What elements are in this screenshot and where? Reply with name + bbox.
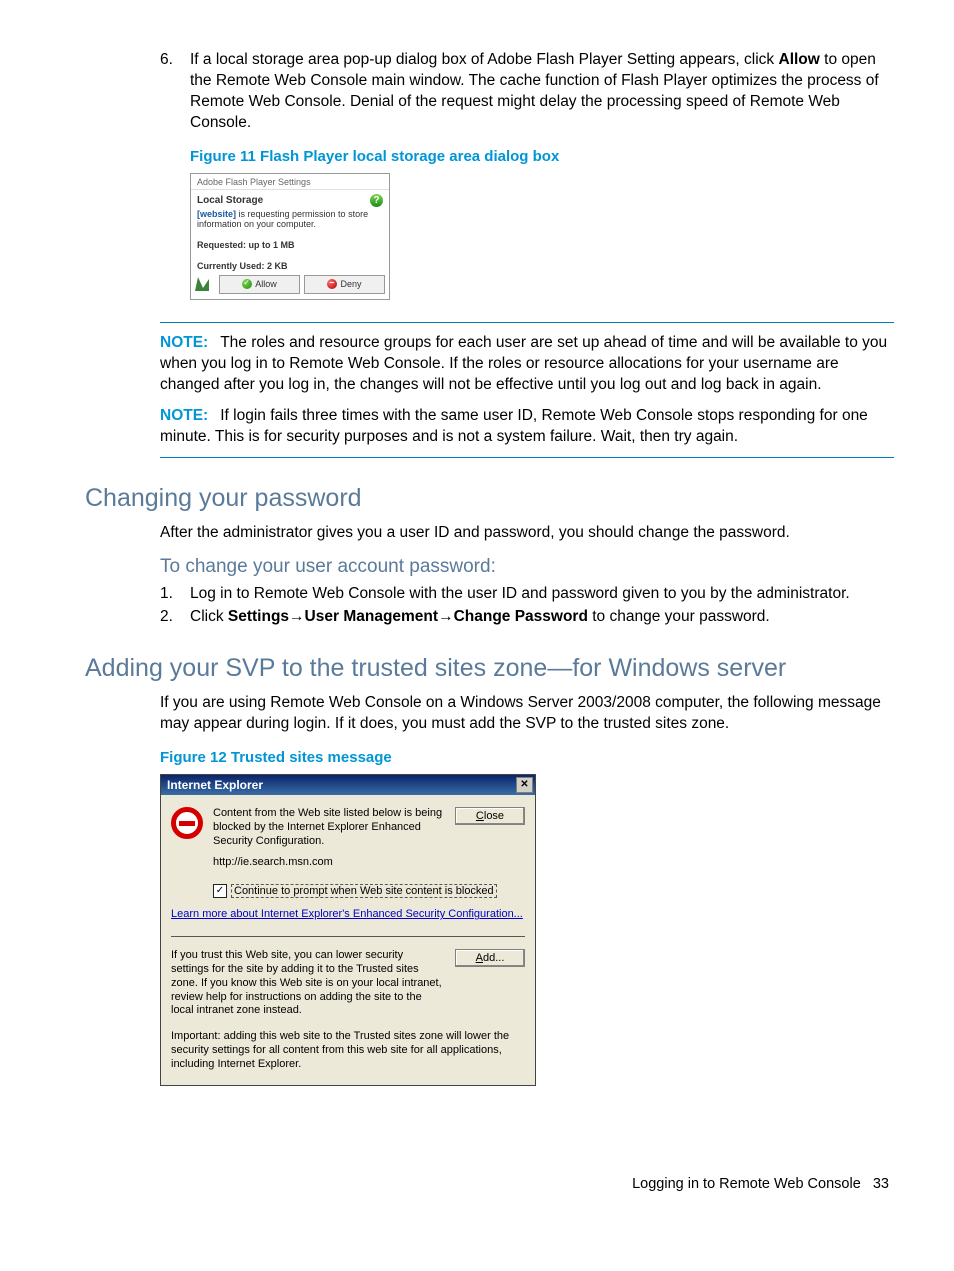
figure-12-caption: Figure 12 Trusted sites message bbox=[160, 749, 894, 766]
footer-page: 33 bbox=[873, 1176, 889, 1192]
step-number: 6. bbox=[160, 50, 190, 134]
ie-important-text: Important: adding this web site to the T… bbox=[171, 1030, 525, 1071]
ie-close-button[interactable]: Close bbox=[455, 807, 525, 825]
change-pw-intro: After the administrator gives you a user… bbox=[160, 523, 894, 544]
note-separator-top bbox=[160, 322, 894, 323]
step2-settings: Settings bbox=[228, 608, 289, 625]
flash-dialog-title: Adobe Flash Player Settings bbox=[191, 174, 389, 190]
arrow-icon: → bbox=[289, 608, 305, 625]
heading-add-svp: Adding your SVP to the trusted sites zon… bbox=[85, 654, 894, 683]
change-pw-step-1: 1. Log in to Remote Web Console with the… bbox=[160, 584, 894, 605]
ie-continue-checkbox[interactable]: ✓ bbox=[213, 884, 227, 898]
flash-deny-label: Deny bbox=[340, 279, 361, 289]
ie-add-u: A bbox=[476, 952, 483, 964]
note-2: NOTE:If login fails three times with the… bbox=[160, 406, 894, 448]
footer-text: Logging in to Remote Web Console bbox=[632, 1176, 861, 1192]
arrow-icon: → bbox=[438, 608, 454, 625]
ie-url: http://ie.search.msn.com bbox=[213, 856, 525, 868]
ie-lower-text: If you trust this Web site, you can lowe… bbox=[171, 949, 443, 1018]
flash-tab-icon[interactable] bbox=[193, 275, 211, 293]
heading-change-password: Changing your password bbox=[85, 484, 894, 513]
flash-website-label: [website] bbox=[197, 209, 236, 219]
svp-intro: If you are using Remote Web Console on a… bbox=[160, 693, 894, 735]
flash-subtitle: Local Storage bbox=[197, 195, 263, 206]
blocked-icon bbox=[171, 807, 203, 839]
minus-icon bbox=[327, 279, 337, 289]
check-icon bbox=[242, 279, 252, 289]
step-body: If a local storage area pop-up dialog bo… bbox=[190, 50, 894, 134]
note-label: NOTE: bbox=[160, 334, 208, 351]
step2-post: to change your password. bbox=[588, 608, 770, 625]
ie-add-rest: dd... bbox=[483, 952, 504, 964]
ie-title-text: Internet Explorer bbox=[167, 778, 263, 792]
divider bbox=[171, 936, 525, 937]
step-number: 2. bbox=[160, 607, 190, 628]
step-allow-word: Allow bbox=[779, 51, 820, 68]
flash-used: Currently Used: 2 KB bbox=[197, 261, 383, 272]
note-1: NOTE:The roles and resource groups for e… bbox=[160, 333, 894, 396]
flash-deny-button[interactable]: Deny bbox=[304, 275, 385, 294]
flash-permission-text: [website] is requesting permission to st… bbox=[197, 209, 383, 231]
note-separator-bottom bbox=[160, 457, 894, 458]
close-icon[interactable]: ✕ bbox=[516, 777, 533, 793]
help-icon[interactable]: ? bbox=[370, 194, 383, 207]
step-body: Click Settings→User Management→Change Pa… bbox=[190, 607, 894, 628]
step2-change-pw: Change Password bbox=[454, 608, 588, 625]
subheading-change-pw: To change your user account password: bbox=[160, 556, 894, 578]
note-2-text: If login fails three times with the same… bbox=[160, 407, 868, 445]
step-body: Log in to Remote Web Console with the us… bbox=[190, 584, 894, 605]
note-label: NOTE: bbox=[160, 407, 208, 424]
change-pw-step-2: 2. Click Settings→User Management→Change… bbox=[160, 607, 894, 628]
step2-pre: Click bbox=[190, 608, 228, 625]
ie-trusted-sites-dialog: Internet Explorer ✕ Content from the Web… bbox=[160, 774, 536, 1086]
step-6: 6. If a local storage area pop-up dialog… bbox=[160, 50, 894, 134]
ie-close-u: C bbox=[476, 810, 484, 822]
ie-title-bar: Internet Explorer ✕ bbox=[161, 775, 535, 795]
ie-message: Content from the Web site listed below i… bbox=[213, 807, 445, 848]
step-text-pre: If a local storage area pop-up dialog bo… bbox=[190, 51, 779, 68]
step-list: 6. If a local storage area pop-up dialog… bbox=[160, 50, 894, 134]
flash-settings-dialog: Adobe Flash Player Settings Local Storag… bbox=[190, 173, 390, 300]
flash-requested: Requested: up to 1 MB bbox=[197, 240, 383, 251]
step-number: 1. bbox=[160, 584, 190, 605]
ie-learn-more-link[interactable]: Learn more about Internet Explorer's Enh… bbox=[171, 908, 525, 920]
note-1-text: The roles and resource groups for each u… bbox=[160, 334, 887, 393]
change-pw-steps: 1. Log in to Remote Web Console with the… bbox=[160, 584, 894, 628]
flash-allow-label: Allow bbox=[255, 279, 277, 289]
flash-allow-button[interactable]: Allow bbox=[219, 275, 300, 294]
ie-check-label: Continue to prompt when Web site content… bbox=[231, 884, 497, 898]
ie-add-button[interactable]: Add... bbox=[455, 949, 525, 967]
figure-11-caption: Figure 11 Flash Player local storage are… bbox=[190, 148, 894, 165]
step2-user-mgmt: User Management bbox=[305, 608, 439, 625]
page-footer: Logging in to Remote Web Console 33 bbox=[85, 1176, 894, 1192]
ie-close-rest: lose bbox=[484, 810, 504, 822]
